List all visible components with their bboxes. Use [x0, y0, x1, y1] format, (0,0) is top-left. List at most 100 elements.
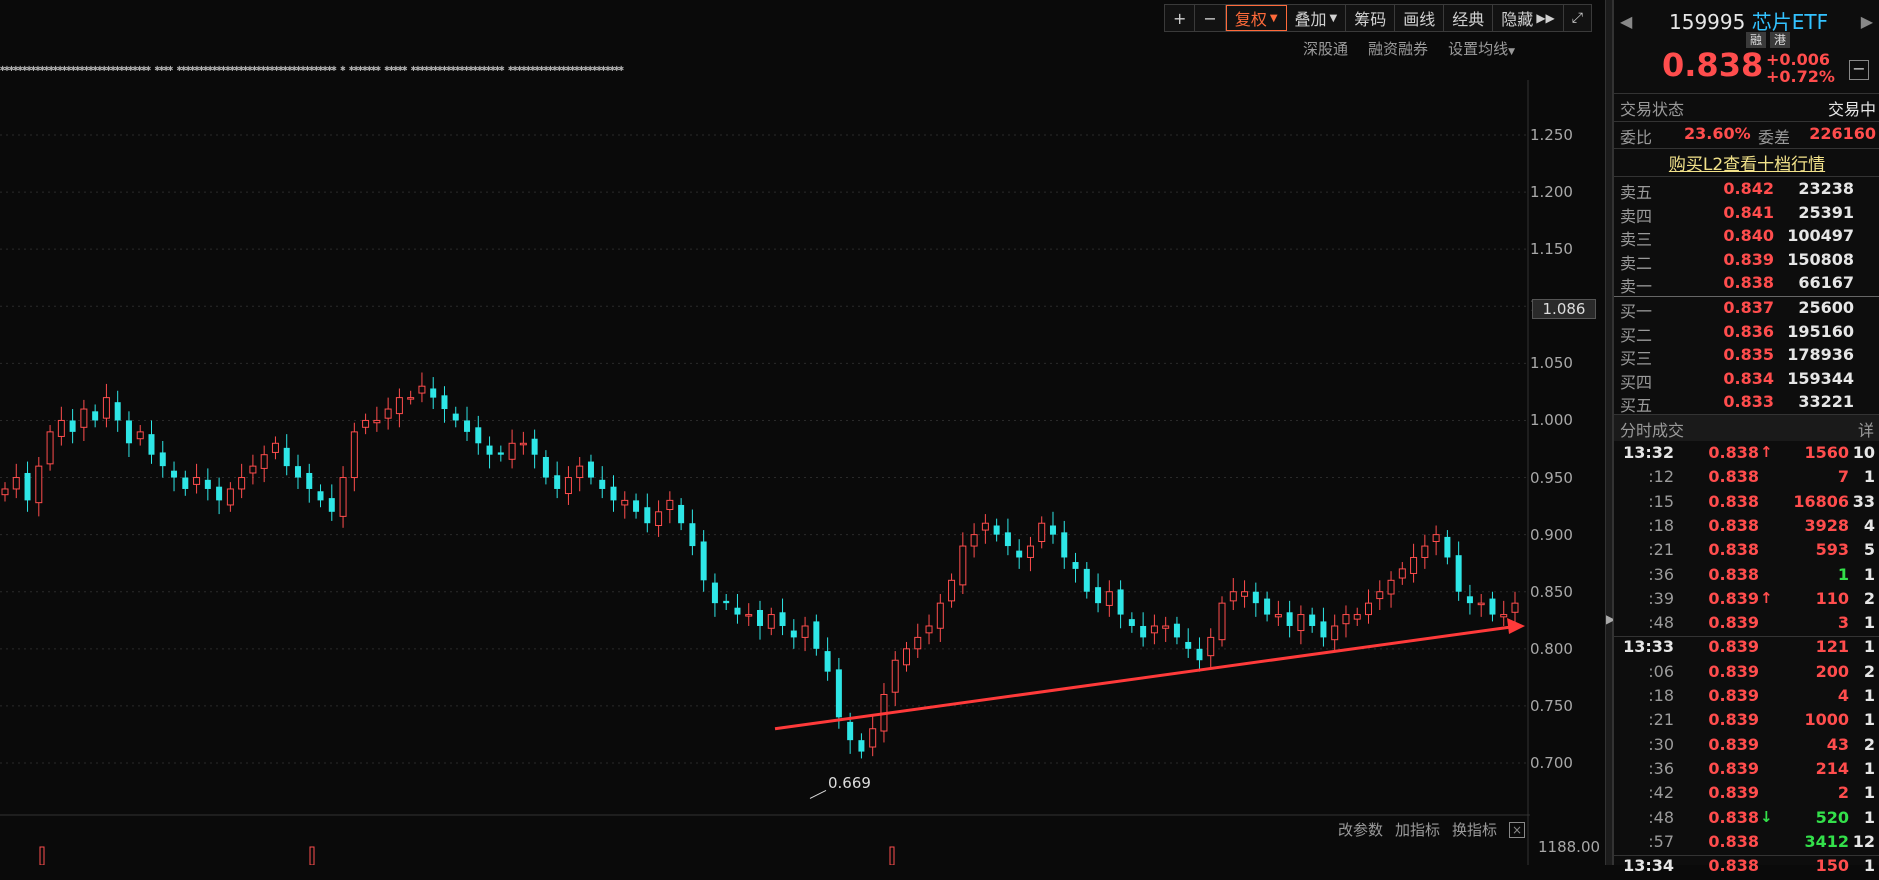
weicha-value: 226160: [1809, 124, 1876, 143]
tick-price: 0.839: [1708, 783, 1759, 803]
tick-row[interactable]: :18 0.839 4 1: [1614, 686, 1879, 710]
bid-row[interactable]: 买五 0.833 33221: [1614, 392, 1879, 415]
tick-time: :18: [1648, 686, 1674, 705]
y-tick-label: 1.050: [1530, 354, 1573, 373]
ask-row[interactable]: 卖五 0.842 23238: [1614, 179, 1879, 202]
bid-volume: 178936: [1787, 345, 1854, 364]
tick-row[interactable]: :57 0.838 3412 12: [1614, 832, 1879, 856]
tick-row[interactable]: :36 0.839 214 1: [1614, 759, 1879, 783]
ask-price: 0.839: [1723, 249, 1774, 269]
ask-volume: 150808: [1787, 249, 1854, 269]
tick-price: 0.839: [1708, 613, 1759, 633]
ask-row[interactable]: 卖四 0.841 25391: [1614, 203, 1879, 226]
overlay-dropdown[interactable]: 叠加 ▼: [1287, 5, 1347, 31]
candle-body: [1207, 636, 1215, 657]
zoom-in-button[interactable]: +: [1165, 5, 1196, 31]
candle-body: [1398, 568, 1406, 579]
candle-body: [1061, 532, 1068, 558]
bid-row[interactable]: 买二 0.836 195160: [1614, 322, 1879, 345]
tick-volume: 1000: [1804, 710, 1849, 730]
candle-body: [384, 408, 392, 419]
candle-body: [216, 486, 223, 501]
switch-indicator-button[interactable]: 换指标: [1452, 819, 1497, 840]
classic-button[interactable]: 经典: [1444, 5, 1494, 31]
close-icon[interactable]: ×: [1509, 821, 1526, 838]
tick-row[interactable]: :12 0.838 7 1: [1614, 467, 1879, 491]
candle-body: [1353, 614, 1361, 620]
candle-body: [1274, 614, 1282, 618]
candle-body: [790, 630, 797, 638]
tick-row[interactable]: :15 0.838 16806 33: [1614, 492, 1879, 516]
tick-row[interactable]: :30 0.839 43 2: [1614, 735, 1879, 759]
tick-price: 0.838: [1708, 515, 1759, 535]
ask-row[interactable]: 卖一 0.838 66167: [1614, 273, 1879, 296]
margin-trading-link[interactable]: 融资融券: [1368, 38, 1428, 59]
candle-body: [1331, 625, 1339, 641]
candle-body: [666, 499, 674, 511]
ask-label: 卖二: [1620, 253, 1653, 273]
bid-row[interactable]: 买四 0.834 159344: [1614, 369, 1879, 392]
tick-row[interactable]: :21 0.838 593 5: [1614, 540, 1879, 564]
candle-body: [1410, 556, 1418, 574]
bid-row[interactable]: 买三 0.835 178936: [1614, 345, 1879, 368]
tick-row[interactable]: 13:34 0.838 150 1: [1614, 855, 1879, 880]
fullscreen-button[interactable]: ⤢: [1564, 5, 1591, 31]
tick-row[interactable]: 13:33 0.839 121 1: [1614, 636, 1879, 661]
candle-body: [1162, 625, 1170, 629]
edit-params-button[interactable]: 改参数: [1338, 819, 1383, 840]
shengutong-link[interactable]: 深股通: [1303, 38, 1348, 59]
candlestick-chart[interactable]: [0, 80, 1530, 865]
hide-button[interactable]: 隐藏 ▶▶: [1493, 5, 1564, 31]
bid-price: 0.837: [1723, 298, 1774, 317]
collapse-button[interactable]: −: [1849, 60, 1869, 80]
bid-row[interactable]: 买一 0.837 25600: [1614, 298, 1879, 321]
tick-volume: 150: [1815, 856, 1849, 876]
add-indicator-button[interactable]: 加指标: [1395, 819, 1440, 840]
candle-body: [1252, 591, 1259, 604]
ask-row[interactable]: 卖二 0.839 150808: [1614, 250, 1879, 273]
tick-price: 0.839: [1708, 710, 1759, 730]
tick-row[interactable]: :18 0.838 3928 4: [1614, 516, 1879, 540]
tick-time: :42: [1648, 783, 1674, 803]
tick-time: :57: [1648, 831, 1674, 851]
tick-price: 0.838: [1708, 856, 1759, 876]
zoom-out-button[interactable]: −: [1195, 5, 1226, 31]
bid-volume: 195160: [1787, 321, 1854, 341]
draw-line-button[interactable]: 画线: [1395, 5, 1445, 31]
y-tick-label: 0.950: [1530, 468, 1573, 487]
chip-button[interactable]: 筹码: [1346, 5, 1396, 31]
ask-row[interactable]: 卖三 0.840 100497: [1614, 226, 1879, 249]
candle-body: [633, 500, 640, 512]
next-stock-icon[interactable]: ▶: [1861, 12, 1873, 31]
tick-row[interactable]: :06 0.839 200 2: [1614, 662, 1879, 686]
ma-settings-dropdown[interactable]: 设置均线▼: [1448, 38, 1515, 59]
prev-stock-icon[interactable]: ◀: [1620, 12, 1632, 31]
volume-bar: [39, 846, 45, 865]
candle-body: [1004, 532, 1011, 547]
tick-row[interactable]: :42 0.839 2 1: [1614, 783, 1879, 807]
ticks-detail-button[interactable]: 详: [1858, 417, 1874, 441]
tick-price: 0.838: [1708, 491, 1759, 511]
candle-body: [1128, 619, 1135, 626]
ask-price: 0.840: [1723, 226, 1774, 245]
fullscreen-icon: ⤢: [1571, 10, 1583, 26]
candle-body: [1264, 598, 1271, 615]
chart-area[interactable]: + − 复权 ▼ 叠加 ▼ 筹码 画线 经典 隐藏 ▶▶ ⤢ 深股通 融资融券 设置均…: [0, 0, 1605, 865]
candle-body: [407, 397, 415, 400]
candle-body: [125, 420, 132, 444]
tick-row[interactable]: :48 0.839 3 1: [1614, 613, 1879, 637]
fuquan-dropdown[interactable]: 复权 ▼: [1225, 5, 1287, 31]
buy-l2-link[interactable]: 购买L2查看十档行情: [1614, 150, 1879, 175]
volume-axis-label: 1188.00: [1538, 838, 1601, 856]
tick-row[interactable]: :48 0.838 ↓ 520 1: [1614, 808, 1879, 832]
tick-price: 0.839: [1708, 734, 1759, 754]
tick-time: :30: [1648, 734, 1674, 754]
tick-row[interactable]: 13:32 0.838 ↑ 1560 10: [1614, 443, 1879, 467]
candle-body: [46, 431, 54, 465]
tick-count: 1: [1863, 758, 1875, 778]
tick-volume: 214: [1815, 758, 1849, 778]
panel-splitter[interactable]: [1605, 0, 1613, 865]
tick-row[interactable]: :21 0.839 1000 1: [1614, 710, 1879, 734]
tick-row[interactable]: :39 0.839 ↑ 110 2: [1614, 589, 1879, 613]
tick-row[interactable]: :36 0.838 1 1: [1614, 565, 1879, 589]
